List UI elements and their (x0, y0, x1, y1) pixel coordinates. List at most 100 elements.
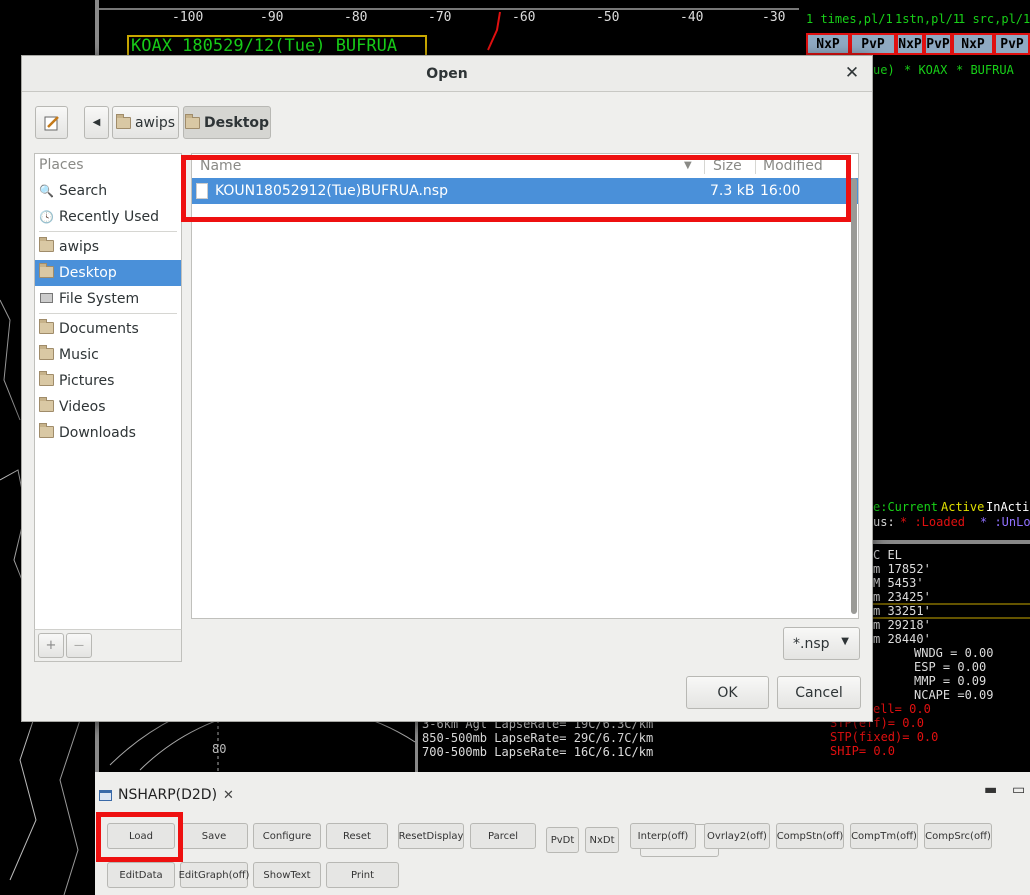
type-location-button[interactable] (35, 106, 68, 139)
remove-place-button[interactable]: — (66, 633, 92, 658)
save-button[interactable]: Save (180, 823, 248, 849)
print-button[interactable]: Print (326, 862, 399, 888)
frame-divider (415, 720, 418, 772)
path-label: Desktop (203, 114, 270, 131)
legend-status: us: (873, 515, 895, 529)
parcel-row: M 5453' (873, 576, 924, 590)
edit-graph-button[interactable]: EditGraph(off) (179, 862, 249, 888)
path-button-awips[interactable]: awips (112, 106, 179, 139)
station-title: KOAX 180529/12(Tue) BUFRUA (127, 35, 427, 57)
src-header: 1 src,pl/1 (958, 12, 1030, 26)
maximize-icon[interactable]: ▭ (1012, 782, 1025, 798)
parcel-table-header: C EL (873, 548, 902, 562)
index-wndg: WNDG = 0.00 (914, 646, 994, 660)
time-next-button[interactable]: NxP (806, 33, 850, 55)
cancel-button[interactable]: Cancel (777, 676, 861, 709)
edit-icon (44, 115, 59, 130)
legend-current: e:Current (873, 500, 939, 514)
file-list: Name ▼ Size Modified KOUN18052912(Tue)BU… (191, 153, 859, 619)
chevron-left-icon: ◀ (92, 117, 101, 128)
column-separator (704, 158, 705, 174)
file-name: KOUN18052912(Tue)BUFRUA.nsp (215, 183, 448, 199)
column-header-size[interactable]: Size (713, 154, 742, 178)
minimize-icon[interactable]: ▬ (984, 782, 997, 798)
path-button-desktop[interactable]: Desktop (183, 106, 271, 139)
folder-icon (39, 319, 54, 334)
file-icon (196, 183, 208, 199)
folder-icon (39, 345, 54, 360)
place-label: Videos (59, 399, 106, 415)
add-place-button[interactable]: + (38, 633, 64, 658)
place-documents[interactable]: Documents (35, 316, 181, 342)
column-header-modified[interactable]: Modified (763, 154, 823, 178)
ok-button[interactable]: OK (686, 676, 769, 709)
polar-label: 80 (212, 742, 227, 756)
comp-tm-button[interactable]: CompTm(off) (850, 823, 918, 849)
place-recently-used[interactable]: 🕓 Recently Used (35, 204, 181, 230)
place-label: Recently Used (59, 209, 160, 225)
place-music[interactable]: Music (35, 342, 181, 368)
filter-value: *.nsp (793, 635, 830, 652)
place-desktop[interactable]: Desktop (35, 260, 181, 286)
place-search[interactable]: 🔍 Search (35, 178, 181, 204)
folder-icon (39, 371, 54, 386)
comp-src-button[interactable]: CompSrc(off) (924, 823, 992, 849)
place-label: Documents (59, 321, 139, 337)
index-esp: ESP = 0.00 (914, 660, 987, 674)
folder-icon (39, 263, 54, 278)
axis-tick: -40 (680, 10, 704, 25)
dialog-title: Open (426, 65, 468, 82)
prev-data-button[interactable]: PvDt (546, 827, 579, 853)
reset-display-button[interactable]: ResetDisplay (398, 823, 464, 849)
next-data-button[interactable]: NxDt (585, 827, 619, 853)
file-modified: 16:00 (760, 183, 801, 199)
search-icon: 🔍 (39, 184, 54, 198)
close-icon[interactable]: ✕ (842, 63, 862, 83)
axis-tick: -70 (428, 10, 452, 25)
place-label: Downloads (59, 425, 136, 441)
place-pictures[interactable]: Pictures (35, 368, 181, 394)
path-back-button[interactable]: ◀ (84, 106, 109, 139)
recent-icon: 🕓 (39, 210, 54, 224)
axis-tick: -80 (344, 10, 368, 25)
tab-close-icon[interactable]: ✕ (223, 788, 234, 803)
temperature-trace (487, 11, 501, 51)
overlay2-button[interactable]: Ovrlay2(off) (704, 823, 770, 849)
interp-button[interactable]: Interp(off) (630, 823, 696, 849)
configure-button[interactable]: Configure (253, 823, 321, 849)
src-next-button[interactable]: NxP (952, 33, 994, 55)
place-label: Desktop (59, 265, 117, 281)
place-videos[interactable]: Videos (35, 394, 181, 420)
place-downloads[interactable]: Downloads (35, 420, 181, 446)
folder-icon (39, 397, 54, 412)
edit-data-button[interactable]: EditData (107, 862, 175, 888)
stp-row: SHIP= 0.0 (830, 744, 896, 758)
column-header-name[interactable]: Name (200, 154, 241, 178)
parcel-row: m 23425' (873, 590, 931, 604)
path-label: awips (134, 114, 176, 131)
place-file-system[interactable]: File System (35, 286, 181, 312)
axis-tick: -60 (512, 10, 536, 25)
load-button[interactable]: Load (107, 823, 175, 849)
folder-icon (39, 237, 54, 252)
places-separator (39, 231, 177, 232)
stn-header: 1stn,pl/1 (895, 12, 961, 26)
time-prev-button[interactable]: PvP (850, 33, 896, 55)
show-text-button[interactable]: ShowText (253, 862, 321, 888)
file-list-scrollbar[interactable] (851, 178, 857, 614)
panel-tab[interactable]: NSHARP(D2D) ✕ (95, 780, 242, 810)
view-icon (99, 789, 112, 801)
stn-next-button[interactable]: NxP (896, 33, 924, 55)
reset-button[interactable]: Reset (326, 823, 388, 849)
stn-prev-button[interactable]: PvP (924, 33, 952, 55)
src-prev-button[interactable]: PvP (994, 33, 1030, 55)
comp-stn-button[interactable]: CompStn(off) (776, 823, 844, 849)
dialog-titlebar[interactable]: Open ✕ (22, 56, 872, 92)
parcel-button[interactable]: Parcel (470, 823, 536, 849)
times-header: 1 times,pl/1 (806, 12, 893, 26)
place-awips[interactable]: awips (35, 234, 181, 260)
filter-dropdown[interactable]: *.nsp ▼ (783, 627, 860, 660)
legend-loaded: * :Loaded (900, 515, 966, 529)
place-label: Music (59, 347, 99, 363)
file-row[interactable]: KOUN18052912(Tue)BUFRUA.nsp 7.3 kB 16:00 (192, 178, 858, 204)
